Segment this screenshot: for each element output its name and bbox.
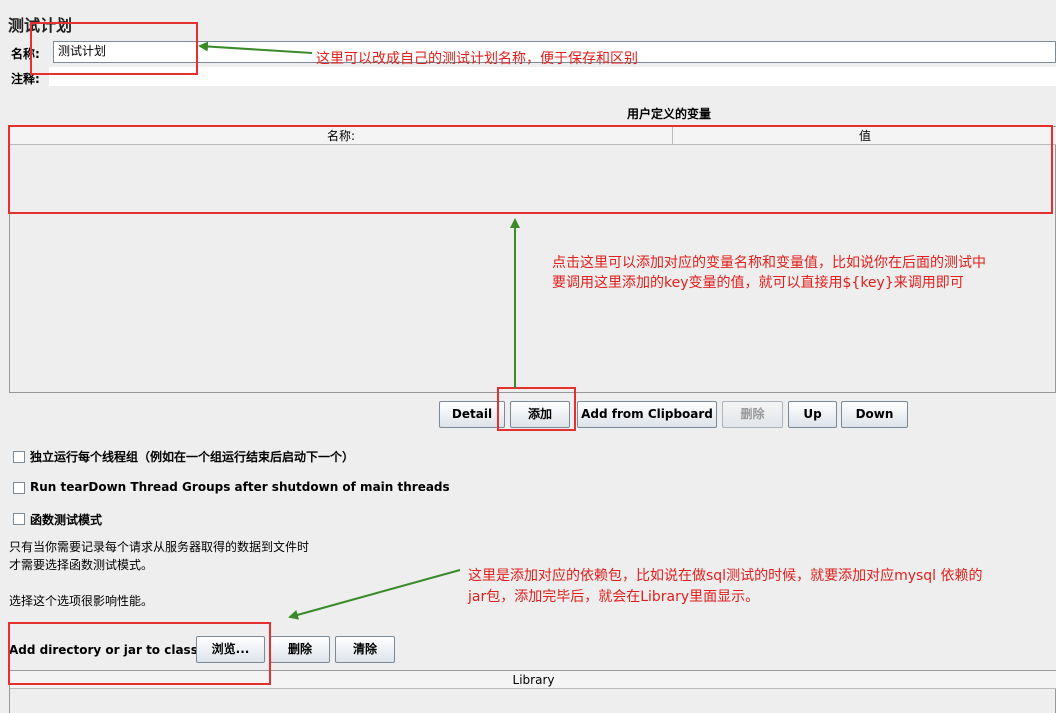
annotation-variables-line2: 要调用这里添加的key变量的值，就可以直接用${key}来调用即可: [552, 275, 964, 291]
arrow-to-classpath: [288, 569, 461, 620]
annotation-variables-line1: 点击这里可以添加对应的变量名称和变量值，比如说你在后面的测试中: [552, 255, 986, 271]
annotation-classpath-line2: jar包，添加完毕后，就会在Library里面显示。: [468, 589, 760, 605]
annotation-classpath-line1: 这里是添加对应的依赖包，比如说在做sql测试的时候，就要添加对应mysql 依赖…: [468, 568, 983, 584]
arrow-to-name: [198, 41, 313, 54]
annotation-name: 这里可以改成自己的测试计划名称，便于保存和区别: [316, 51, 638, 67]
